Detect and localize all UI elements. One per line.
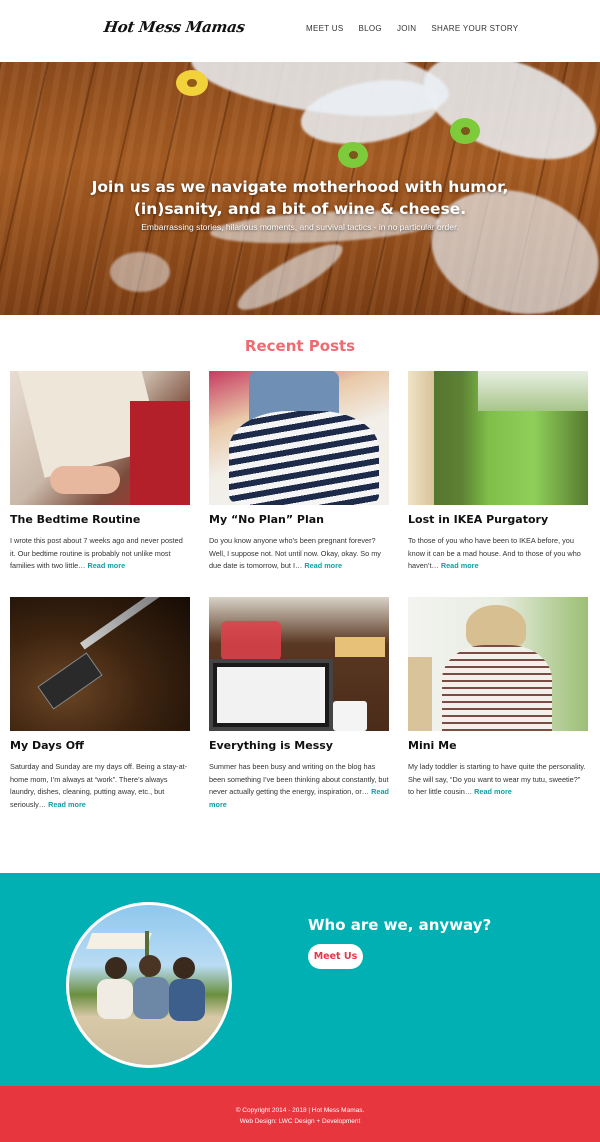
striped-shirt [229,411,379,505]
post-thumbnail[interactable] [408,597,588,731]
post-card: The Bedtime Routine I wrote this post ab… [10,371,190,573]
vacuum-head [37,652,103,710]
site-header: Hot Mess Mamas MEET US BLOG JOIN SHARE Y… [0,0,600,62]
hero-title: Join us as we navigate motherhood with h… [0,176,600,220]
post-thumbnail[interactable] [10,597,190,731]
read-more-link[interactable]: Read more [441,561,479,570]
post-title[interactable]: My Days Off [10,739,190,752]
person-body [169,979,205,1021]
post-title[interactable]: My “No Plan” Plan [209,513,389,526]
meet-us-button[interactable]: Meet Us [308,944,363,969]
about-heading: Who are we, anyway? [308,916,492,934]
post-card: Lost in IKEA Purgatory To those of you w… [408,371,588,573]
read-more-link[interactable]: Read more [48,800,86,809]
post-thumbnail[interactable] [209,371,389,505]
recent-posts-heading: Recent Posts [244,337,356,355]
post-thumbnail[interactable] [10,371,190,505]
toy-clutter [221,621,281,661]
post-card: My “No Plan” Plan Do you know anyone who… [209,371,389,573]
sky [478,371,588,411]
person-head [105,957,127,979]
about-section: Who are we, anyway? Meet Us [0,873,600,1086]
post-excerpt: Summer has been busy and writing on the … [209,761,389,811]
post-excerpt: Do you know anyone who’s been pregnant f… [209,535,389,573]
hair-edge [408,371,434,505]
post-card: My Days Off Saturday and Sunday are my d… [10,597,190,811]
post-thumbnail[interactable] [408,371,588,505]
post-thumbnail[interactable] [209,597,389,731]
read-more-link[interactable]: Read more [474,787,512,796]
main-nav: MEET US BLOG JOIN SHARE YOUR STORY [306,24,518,33]
cereal-yellow [176,70,208,96]
hero-subtitle: Embarrassing stories, hilarious moments,… [141,222,459,232]
hero-title-line: Join us as we navigate motherhood with h… [91,178,509,196]
shade-sail [86,933,152,949]
post-excerpt-text: To those of you who have been to IKEA be… [408,536,581,570]
cereal-green [450,118,480,144]
child-hair [408,657,432,731]
read-more-link[interactable]: Read more [87,561,125,570]
map-card [335,637,385,657]
post-card: Mini Me My lady toddler is starting to h… [408,597,588,799]
person-body [97,979,133,1019]
post-excerpt: To those of you who have been to IKEA be… [408,535,588,573]
site-logo[interactable]: Hot Mess Mamas [103,18,246,36]
milk-splash [410,62,600,181]
post-excerpt-text: Saturday and Sunday are my days off. Bei… [10,762,188,809]
nav-join[interactable]: JOIN [397,24,416,33]
post-excerpt-text: Summer has been busy and writing on the … [209,762,389,796]
read-more-link[interactable]: Read more [304,561,342,570]
person-head [173,957,195,979]
team-photo [66,902,232,1068]
copyright-text: © Copyright 2014 - 2018 | Hot Mess Mamas… [235,1107,365,1114]
hero-banner: Join us as we navigate motherhood with h… [0,62,600,315]
site-footer: © Copyright 2014 - 2018 | Hot Mess Mamas… [0,1086,600,1142]
person-head [139,955,161,977]
vacuum-pole [80,597,183,650]
person-body [133,977,169,1019]
milk-splash [110,252,170,292]
nav-blog[interactable]: BLOG [359,24,382,33]
child-hand [50,466,120,494]
post-title[interactable]: The Bedtime Routine [10,513,190,526]
post-excerpt: My lady toddler is starting to have quit… [408,761,588,799]
web-design-credit[interactable]: Web Design: LWC Design + Development [0,1118,600,1125]
post-excerpt: I wrote this post about 7 weeks ago and … [10,535,190,573]
post-card: Everything is Messy Summer has been busy… [209,597,389,811]
cereal-green [338,142,368,168]
post-title[interactable]: Everything is Messy [209,739,389,752]
post-title[interactable]: Lost in IKEA Purgatory [408,513,588,526]
post-excerpt-text: Do you know anyone who’s been pregnant f… [209,536,381,570]
nav-share-your-story[interactable]: SHARE YOUR STORY [431,24,518,33]
laptop-screen [217,667,325,723]
red-sleeve [130,401,190,505]
post-excerpt: Saturday and Sunday are my days off. Bei… [10,761,190,811]
mug [333,701,367,731]
nav-meet-us[interactable]: MEET US [306,24,344,33]
post-title[interactable]: Mini Me [408,739,588,752]
hero-title-line: (in)sanity, and a bit of wine & cheese. [133,200,467,218]
striped-top [442,645,552,731]
woman-hair [466,605,526,649]
milk-splash [230,234,350,315]
